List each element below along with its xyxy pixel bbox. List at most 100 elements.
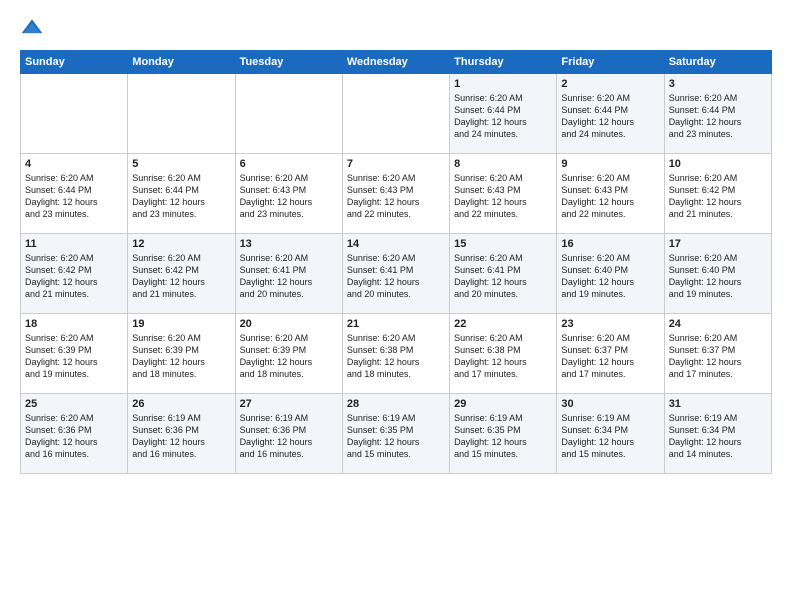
day-number: 6 xyxy=(240,158,338,170)
day-info: Sunrise: 6:20 AM Sunset: 6:44 PM Dayligh… xyxy=(561,92,659,141)
calendar-cell: 20 Sunrise: 6:20 AM Sunset: 6:39 PM Dayli… xyxy=(235,314,342,394)
calendar-cell: 9 Sunrise: 6:20 AM Sunset: 6:43 PM Daylig… xyxy=(557,154,664,234)
calendar-cell: 13 Sunrise: 6:20 AM Sunset: 6:41 PM Dayli… xyxy=(235,234,342,314)
day-info: Sunrise: 6:20 AM Sunset: 6:37 PM Dayligh… xyxy=(669,332,767,381)
calendar-cell: 21Sunrise: 6:20 AM Sunset: 6:38 PM Dayli… xyxy=(342,314,449,394)
day-info: Sunrise: 6:20 AM Sunset: 6:41 PM Dayligh… xyxy=(240,252,338,301)
day-number: 27 xyxy=(240,398,338,410)
day-number: 30 xyxy=(561,398,659,410)
day-info: Sunrise: 6:20 AM Sunset: 6:44 PM Dayligh… xyxy=(669,92,767,141)
calendar-cell xyxy=(128,74,235,154)
logo xyxy=(20,16,48,40)
day-number: 26 xyxy=(132,398,230,410)
page: SundayMondayTuesdayWednesdayThursdayFrid… xyxy=(0,0,792,486)
day-number: 22 xyxy=(454,318,552,330)
day-number: 15 xyxy=(454,238,552,250)
day-number: 11 xyxy=(25,238,123,250)
calendar-cell xyxy=(342,74,449,154)
calendar-cell: 3 Sunrise: 6:20 AM Sunset: 6:44 PM Daylig… xyxy=(664,74,771,154)
calendar-week-row: 25 Sunrise: 6:20 AM Sunset: 6:36 PM Dayli… xyxy=(21,394,772,474)
calendar-cell: 16 Sunrise: 6:20 AM Sunset: 6:40 PM Dayli… xyxy=(557,234,664,314)
calendar-cell: 11 Sunrise: 6:20 AM Sunset: 6:42 PM Dayli… xyxy=(21,234,128,314)
day-info: Sunrise: 6:20 AM Sunset: 6:41 PM Dayligh… xyxy=(347,252,445,301)
day-info: Sunrise: 6:20 AM Sunset: 6:43 PM Dayligh… xyxy=(561,172,659,221)
day-info: Sunrise: 6:20 AM Sunset: 6:42 PM Dayligh… xyxy=(669,172,767,221)
day-number: 18 xyxy=(25,318,123,330)
day-info: Sunrise: 6:20 AM Sunset: 6:42 PM Dayligh… xyxy=(25,252,123,301)
calendar-week-row: 11 Sunrise: 6:20 AM Sunset: 6:42 PM Dayli… xyxy=(21,234,772,314)
calendar-cell: 10Sunrise: 6:20 AM Sunset: 6:42 PM Dayli… xyxy=(664,154,771,234)
calendar-cell xyxy=(235,74,342,154)
day-number: 12 xyxy=(132,238,230,250)
calendar-cell: 26 Sunrise: 6:19 AM Sunset: 6:36 PM Dayli… xyxy=(128,394,235,474)
day-number: 17 xyxy=(669,238,767,250)
day-number: 24 xyxy=(669,318,767,330)
calendar-week-row: 1 Sunrise: 6:20 AM Sunset: 6:44 PM Daylig… xyxy=(21,74,772,154)
day-info: Sunrise: 6:20 AM Sunset: 6:43 PM Dayligh… xyxy=(347,172,445,221)
calendar-cell: 2Sunrise: 6:20 AM Sunset: 6:44 PM Daylig… xyxy=(557,74,664,154)
calendar-cell: 29 Sunrise: 6:19 AM Sunset: 6:35 PM Dayli… xyxy=(450,394,557,474)
day-info: Sunrise: 6:19 AM Sunset: 6:34 PM Dayligh… xyxy=(669,412,767,461)
day-number: 7 xyxy=(347,158,445,170)
day-number: 14 xyxy=(347,238,445,250)
calendar-cell: 18 Sunrise: 6:20 AM Sunset: 6:39 PM Dayli… xyxy=(21,314,128,394)
day-info: Sunrise: 6:20 AM Sunset: 6:43 PM Dayligh… xyxy=(240,172,338,221)
day-info: Sunrise: 6:20 AM Sunset: 6:44 PM Dayligh… xyxy=(132,172,230,221)
calendar-cell: 27Sunrise: 6:19 AM Sunset: 6:36 PM Dayli… xyxy=(235,394,342,474)
calendar-week-row: 18 Sunrise: 6:20 AM Sunset: 6:39 PM Dayli… xyxy=(21,314,772,394)
calendar-cell: 22 Sunrise: 6:20 AM Sunset: 6:38 PM Dayli… xyxy=(450,314,557,394)
calendar-cell: 12 Sunrise: 6:20 AM Sunset: 6:42 PM Dayli… xyxy=(128,234,235,314)
calendar-table: SundayMondayTuesdayWednesdayThursdayFrid… xyxy=(20,50,772,474)
calendar-cell xyxy=(21,74,128,154)
calendar-cell: 19Sunrise: 6:20 AM Sunset: 6:39 PM Dayli… xyxy=(128,314,235,394)
day-number: 5 xyxy=(132,158,230,170)
day-number: 9 xyxy=(561,158,659,170)
header xyxy=(20,16,772,40)
calendar-cell: 17Sunrise: 6:20 AM Sunset: 6:40 PM Dayli… xyxy=(664,234,771,314)
day-number: 25 xyxy=(25,398,123,410)
day-info: Sunrise: 6:20 AM Sunset: 6:36 PM Dayligh… xyxy=(25,412,123,461)
calendar-cell: 14 Sunrise: 6:20 AM Sunset: 6:41 PM Dayli… xyxy=(342,234,449,314)
calendar-cell: 7 Sunrise: 6:20 AM Sunset: 6:43 PM Daylig… xyxy=(342,154,449,234)
day-info: Sunrise: 6:19 AM Sunset: 6:34 PM Dayligh… xyxy=(561,412,659,461)
day-info: Sunrise: 6:19 AM Sunset: 6:35 PM Dayligh… xyxy=(347,412,445,461)
day-number: 16 xyxy=(561,238,659,250)
calendar-cell: 15 Sunrise: 6:20 AM Sunset: 6:41 PM Dayli… xyxy=(450,234,557,314)
day-info: Sunrise: 6:20 AM Sunset: 6:40 PM Dayligh… xyxy=(561,252,659,301)
day-number: 4 xyxy=(25,158,123,170)
weekday-header-thursday: Thursday xyxy=(450,51,557,74)
day-number: 20 xyxy=(240,318,338,330)
logo-icon xyxy=(20,16,44,40)
day-info: Sunrise: 6:20 AM Sunset: 6:38 PM Dayligh… xyxy=(454,332,552,381)
day-number: 1 xyxy=(454,78,552,90)
day-info: Sunrise: 6:20 AM Sunset: 6:39 PM Dayligh… xyxy=(25,332,123,381)
day-info: Sunrise: 6:20 AM Sunset: 6:37 PM Dayligh… xyxy=(561,332,659,381)
day-number: 13 xyxy=(240,238,338,250)
day-number: 8 xyxy=(454,158,552,170)
day-number: 19 xyxy=(132,318,230,330)
calendar-cell: 30 Sunrise: 6:19 AM Sunset: 6:34 PM Dayli… xyxy=(557,394,664,474)
day-info: Sunrise: 6:19 AM Sunset: 6:35 PM Dayligh… xyxy=(454,412,552,461)
weekday-header-row: SundayMondayTuesdayWednesdayThursdayFrid… xyxy=(21,51,772,74)
day-number: 23 xyxy=(561,318,659,330)
day-info: Sunrise: 6:19 AM Sunset: 6:36 PM Dayligh… xyxy=(132,412,230,461)
day-info: Sunrise: 6:20 AM Sunset: 6:39 PM Dayligh… xyxy=(240,332,338,381)
calendar-cell: 6 Sunrise: 6:20 AM Sunset: 6:43 PM Daylig… xyxy=(235,154,342,234)
day-number: 31 xyxy=(669,398,767,410)
weekday-header-saturday: Saturday xyxy=(664,51,771,74)
day-number: 3 xyxy=(669,78,767,90)
calendar-cell: 24 Sunrise: 6:20 AM Sunset: 6:37 PM Dayli… xyxy=(664,314,771,394)
day-number: 29 xyxy=(454,398,552,410)
calendar-cell: 1 Sunrise: 6:20 AM Sunset: 6:44 PM Daylig… xyxy=(450,74,557,154)
calendar-cell: 31 Sunrise: 6:19 AM Sunset: 6:34 PM Dayli… xyxy=(664,394,771,474)
day-info: Sunrise: 6:20 AM Sunset: 6:42 PM Dayligh… xyxy=(132,252,230,301)
weekday-header-tuesday: Tuesday xyxy=(235,51,342,74)
calendar-cell: 4Sunrise: 6:20 AM Sunset: 6:44 PM Daylig… xyxy=(21,154,128,234)
weekday-header-wednesday: Wednesday xyxy=(342,51,449,74)
calendar-week-row: 4 Sunrise: 6:20 AM Sunset: 6:44 PM Daylig… xyxy=(21,154,772,234)
weekday-header-sunday: Sunday xyxy=(21,51,128,74)
calendar-cell: 28Sunrise: 6:19 AM Sunset: 6:35 PM Dayli… xyxy=(342,394,449,474)
day-info: Sunrise: 6:20 AM Sunset: 6:41 PM Dayligh… xyxy=(454,252,552,301)
day-info: Sunrise: 6:20 AM Sunset: 6:44 PM Dayligh… xyxy=(454,92,552,141)
day-info: Sunrise: 6:20 AM Sunset: 6:43 PM Dayligh… xyxy=(454,172,552,221)
